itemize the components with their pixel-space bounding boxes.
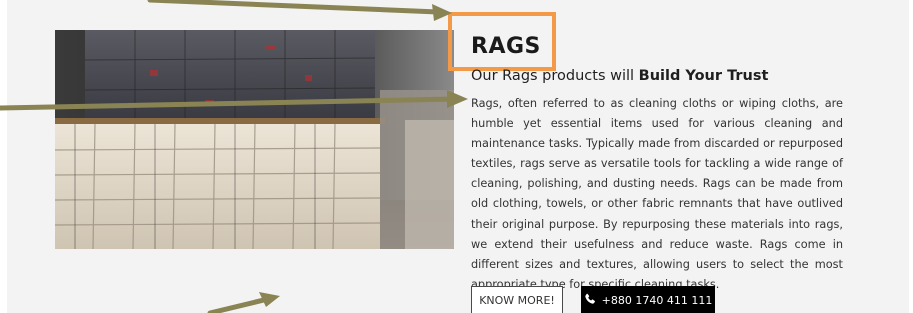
section-subtitle: Our Rags products will Build Your Trust — [471, 68, 768, 84]
subtitle-prefix: Our Rags products will — [471, 68, 639, 84]
phone-icon — [584, 293, 596, 308]
section-title: RAGS — [471, 34, 541, 59]
section-description: Rags, often referred to as cleaning clot… — [471, 97, 843, 291]
know-more-button[interactable]: KNOW MORE! — [471, 286, 563, 313]
rags-warehouse-photo — [55, 30, 454, 249]
page: RAGS Our Rags products will Build Your T… — [0, 0, 913, 313]
phone-button[interactable]: +880 1740 411 111 — [581, 286, 715, 313]
phone-number: +880 1740 411 111 — [601, 293, 713, 307]
warehouse-image — [55, 30, 454, 249]
subtitle-emphasis: Build Your Trust — [638, 68, 769, 84]
